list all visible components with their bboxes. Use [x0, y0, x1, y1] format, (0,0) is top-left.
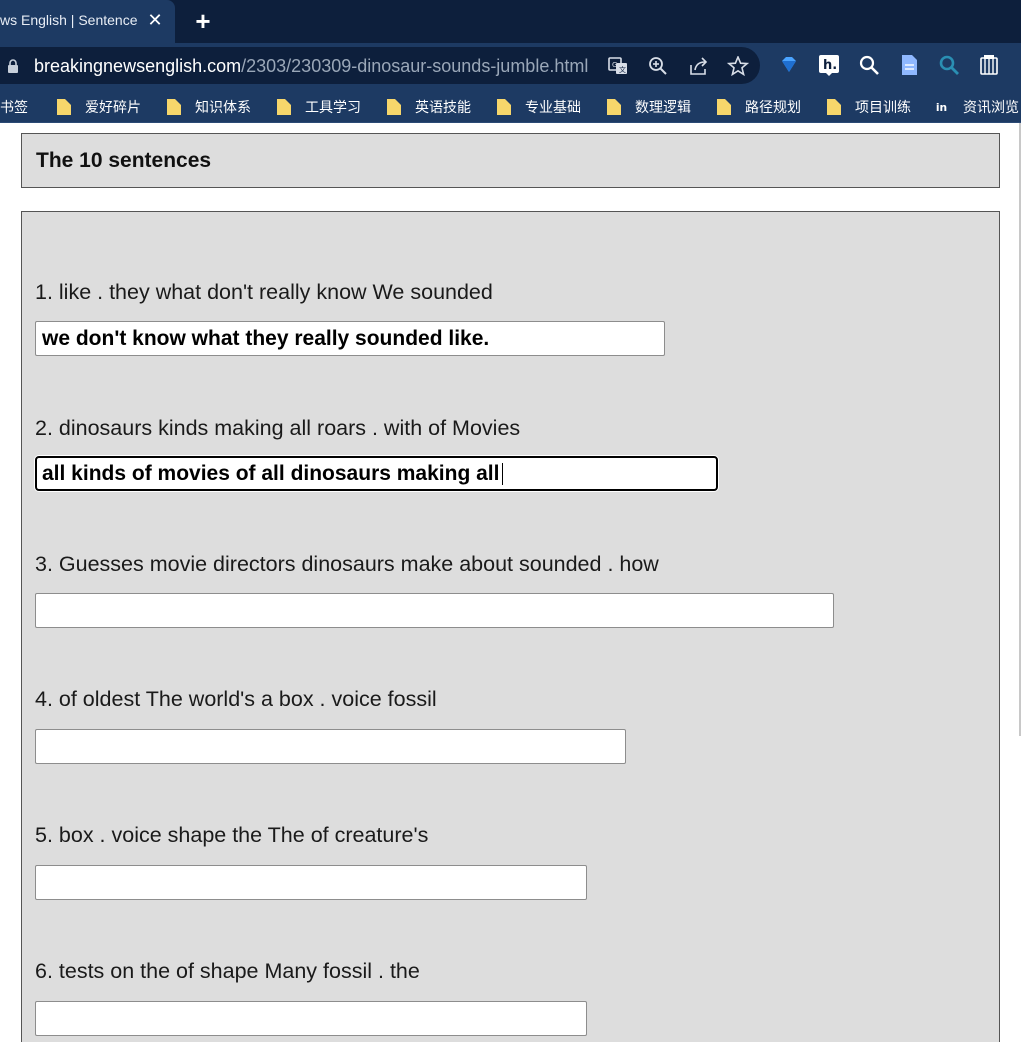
bookmark-folder[interactable]: 工具学习 — [277, 96, 377, 116]
jumbled-sentence: 3. Guesses movie directors dinosaurs mak… — [35, 552, 659, 576]
share-icon[interactable] — [688, 56, 710, 76]
jumbled-sentence: 5. box . voice shape the The of creature… — [35, 823, 429, 847]
gem-extension-icon[interactable] — [778, 54, 800, 76]
bookmark-folder[interactable]: 书签 — [0, 96, 42, 116]
answer-text: we don't know what they really sounded l… — [42, 327, 490, 350]
bookmark-folder[interactable]: 英语技能 — [387, 96, 487, 116]
bookmark-star-icon[interactable] — [727, 56, 749, 76]
translate-icon[interactable]: G 文 — [607, 56, 629, 76]
svg-text:h.: h. — [823, 58, 837, 73]
lock-icon[interactable] — [7, 59, 19, 73]
bookmark-folder[interactable]: 专业基础 — [497, 96, 597, 116]
jumbled-sentence: 1. like . they what don't really know We… — [35, 280, 493, 304]
jumbled-sentence: 4. of oldest The world's a box . voice f… — [35, 687, 437, 711]
magnifier-extension-icon[interactable] — [938, 54, 960, 76]
bookmark-label: 书签 — [0, 100, 28, 116]
svg-text:文: 文 — [619, 65, 626, 74]
clipboard-extension-icon[interactable] — [978, 54, 1000, 76]
folder-icon — [497, 99, 511, 115]
answer-input[interactable] — [35, 729, 626, 764]
bookmark-folder[interactable]: 知识体系 — [167, 96, 267, 116]
folder-icon — [277, 99, 291, 115]
folder-icon — [827, 99, 841, 115]
bookmark-folder[interactable]: 数理逻辑 — [607, 96, 707, 116]
tab-strip: ws English | Sentence ✕ + — [0, 0, 1021, 43]
answer-input[interactable] — [35, 865, 587, 900]
bookmark-folder[interactable]: 项目训练 — [827, 96, 927, 116]
answer-input[interactable] — [35, 593, 834, 628]
close-tab-icon[interactable]: ✕ — [145, 9, 165, 31]
hypothesis-extension-icon[interactable]: h. — [818, 54, 840, 76]
bookmark-label: 知识体系 — [195, 100, 251, 116]
jumbled-sentence: 6. tests on the of shape Many fossil . t… — [35, 959, 420, 983]
folder-icon — [167, 99, 181, 115]
bookmark-label: 英语技能 — [415, 100, 471, 116]
search-extension-icon[interactable] — [858, 54, 880, 76]
new-tab-button[interactable]: + — [190, 7, 216, 35]
section-heading: The 10 sentences — [36, 149, 212, 172]
bookmark-label: 项目训练 — [855, 100, 911, 116]
bookmark-folder[interactable]: 爱好碎片 — [57, 96, 157, 116]
bookmark-folder[interactable]: in 资讯浏览 — [935, 96, 1021, 116]
bookmark-label: 路径规划 — [745, 100, 801, 116]
folder-icon — [607, 99, 621, 115]
bookmark-label: 工具学习 — [305, 100, 361, 116]
url-text[interactable]: breakingnewsenglish.com/2303/230309-dino… — [34, 56, 588, 77]
overflow-extension-icon[interactable] — [1015, 54, 1021, 76]
bookmark-label: 数理逻辑 — [635, 100, 691, 116]
svg-text:in: in — [936, 101, 947, 114]
folder-icon — [387, 99, 401, 115]
jumbled-sentence: 2. dinosaurs kinds making all roars . wi… — [35, 416, 521, 440]
url-host: breakingnewsenglish.com — [34, 56, 242, 76]
zoom-icon[interactable] — [647, 56, 669, 76]
bookmark-folder[interactable]: 路径规划 — [717, 96, 817, 116]
heading-panel: The 10 sentences — [21, 133, 1000, 188]
answer-input[interactable]: we don't know what they really sounded l… — [35, 321, 665, 356]
address-bar[interactable]: breakingnewsenglish.com/2303/230309-dino… — [0, 47, 760, 84]
bookmark-label: 专业基础 — [525, 100, 581, 116]
folder-icon — [57, 99, 71, 115]
sentences-panel: 1. like . they what don't really know We… — [21, 211, 1000, 1042]
bookmark-label: 资讯浏览 — [963, 100, 1019, 116]
tab-title: ws English | Sentence — [0, 12, 138, 28]
answer-input[interactable]: all kinds of movies of all dinosaurs mak… — [35, 456, 718, 491]
answer-input[interactable] — [35, 1001, 587, 1036]
answer-text: all kinds of movies of all dinosaurs mak… — [42, 462, 500, 485]
document-extension-icon[interactable] — [898, 54, 920, 76]
text-caret — [502, 463, 504, 486]
bookmark-label: 爱好碎片 — [85, 100, 141, 116]
bookmarks-bar: 书签 爱好碎片 知识体系 工具学习 英语技能 专业基础 数理逻辑 路径规划 项目… — [0, 88, 1021, 123]
active-tab[interactable]: ws English | Sentence ✕ — [0, 0, 175, 43]
url-path: /2303/230309-dinosaur-sounds-jumble.html — [241, 56, 589, 76]
svg-text:G: G — [612, 61, 617, 69]
linkedin-icon: in — [935, 99, 949, 114]
folder-icon — [717, 99, 731, 115]
browser-toolbar: breakingnewsenglish.com/2303/230309-dino… — [0, 43, 1021, 88]
